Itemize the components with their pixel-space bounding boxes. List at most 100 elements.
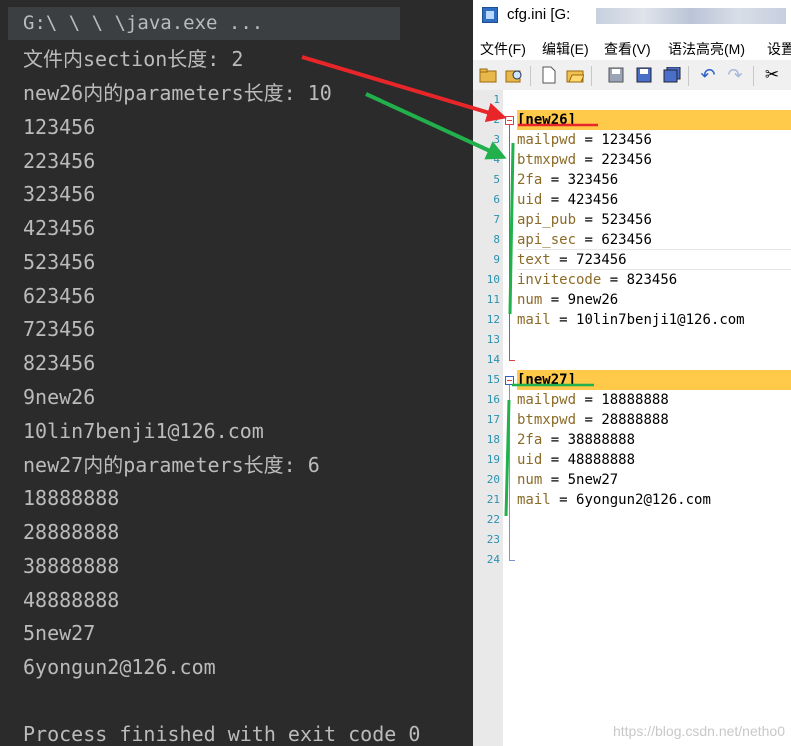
console-line: 623456: [23, 284, 96, 308]
param-value: 9new26: [567, 292, 619, 308]
line-number: 23: [486, 533, 500, 546]
param-line: text = 723456: [517, 252, 627, 268]
line-number: 5: [493, 173, 500, 186]
redacted-path: [596, 8, 786, 24]
line-number: 19: [486, 453, 500, 466]
console-line: 6yongun2@126.com: [23, 655, 216, 679]
console-command: G:\ \ \ \java.exe ...: [8, 7, 400, 40]
param-line: mailpwd = 18888888: [517, 392, 669, 408]
open-file-icon[interactable]: [565, 65, 585, 85]
menu-bar: 文件(F) 编辑(E) 查看(V) 语法高亮(M) 设置: [473, 36, 791, 60]
param-line: btmxpwd = 28888888: [517, 412, 669, 428]
cut-icon[interactable]: ✂: [762, 65, 782, 85]
console-line: 223456: [23, 149, 96, 173]
line-number: 21: [486, 493, 500, 506]
param-value: 6yongun2@126.com: [576, 492, 711, 508]
toolbar-separator: [530, 66, 531, 86]
save-as-icon[interactable]: [634, 65, 654, 85]
param-key: mail: [517, 312, 551, 328]
line-number: 1: [493, 93, 500, 106]
param-line: api_sec = 623456: [517, 232, 652, 248]
run-console: G:\ \ \ \java.exe ... 文件内section长度: 2 ne…: [0, 0, 473, 746]
line-number: 7: [493, 213, 500, 226]
menu-edit[interactable]: 编辑(E): [542, 39, 589, 59]
param-line: num = 5new27: [517, 472, 619, 488]
menu-syntax[interactable]: 语法高亮(M): [668, 39, 745, 59]
param-value: 28888888: [601, 412, 669, 428]
param-value: 423456: [567, 192, 619, 208]
console-exit-line: Process finished with exit code 0: [23, 722, 421, 746]
toolbar: ↶ ↷ ✂: [473, 60, 791, 91]
param-value: 48888888: [567, 452, 636, 468]
param-value: 38888888: [567, 432, 636, 448]
title-bar[interactable]: cfg.ini [G:: [473, 0, 791, 32]
fold-line: [509, 385, 510, 561]
console-line: 123456: [23, 115, 96, 139]
param-key: api_pub: [517, 212, 577, 228]
line-number: 6: [493, 193, 500, 206]
console-line: 5new27: [23, 621, 96, 645]
save-icon[interactable]: [606, 65, 626, 85]
param-key: num: [517, 292, 543, 308]
param-value: 823456: [626, 272, 678, 288]
watermark: https://blog.csdn.net/netho0: [612, 723, 785, 739]
console-line: 323456: [23, 182, 96, 206]
param-key: uid: [517, 452, 543, 468]
undo-icon[interactable]: ↶: [698, 65, 718, 86]
line-number: 8: [493, 233, 500, 246]
line-number: 10: [486, 273, 500, 286]
fold-collapse-icon[interactable]: [505, 376, 514, 385]
toolbar-separator: [688, 66, 689, 86]
open-folder-icon[interactable]: [478, 65, 498, 85]
find-in-files-icon[interactable]: [504, 65, 524, 85]
param-key: btmxpwd: [517, 412, 577, 428]
fold-margin: [503, 90, 517, 746]
param-line: 2fa = 323456: [517, 172, 619, 188]
fold-line-end: [509, 360, 515, 361]
param-line: invitecode = 823456: [517, 272, 678, 288]
menu-view[interactable]: 查看(V): [604, 39, 651, 59]
redo-icon[interactable]: ↷: [725, 65, 745, 86]
line-number: 3: [493, 133, 500, 146]
param-value: 523456: [601, 212, 652, 228]
console-line: 文件内section长度: 2: [23, 47, 244, 71]
param-key: invitecode: [517, 272, 602, 288]
param-value: 123456: [601, 132, 652, 148]
param-value: 723456: [576, 252, 627, 268]
param-line: 2fa = 38888888: [517, 432, 636, 448]
param-key: 2fa: [517, 172, 543, 188]
param-key: uid: [517, 192, 543, 208]
menu-settings[interactable]: 设置: [767, 39, 791, 59]
fold-line: [509, 125, 510, 361]
line-number: 24: [486, 553, 500, 566]
line-number: 4: [493, 153, 500, 166]
console-line: 10lin7benji1@126.com: [23, 419, 264, 443]
console-line: 823456: [23, 351, 96, 375]
param-line: api_pub = 523456: [517, 212, 652, 228]
param-value: 5new27: [567, 472, 619, 488]
console-line: 28888888: [23, 520, 120, 544]
save-all-icon[interactable]: [662, 65, 682, 85]
param-line: num = 9new26: [517, 292, 619, 308]
line-number: 16: [486, 393, 500, 406]
line-number: 22: [486, 513, 500, 526]
line-number: 12: [486, 313, 500, 326]
param-value: 323456: [567, 172, 619, 188]
console-line: 423456: [23, 216, 96, 240]
console-line: new26内的parameters长度: 10: [23, 81, 332, 105]
console-line: 723456: [23, 317, 96, 341]
console-line: 523456: [23, 250, 96, 274]
fold-collapse-icon[interactable]: [505, 116, 514, 125]
line-number: 9: [493, 253, 500, 266]
toolbar-separator: [591, 66, 592, 86]
toolbar-separator: [753, 66, 754, 86]
param-key: mailpwd: [517, 392, 577, 408]
param-key: 2fa: [517, 432, 543, 448]
line-number: 11: [486, 293, 500, 306]
new-file-icon[interactable]: [539, 65, 559, 85]
menu-file[interactable]: 文件(F): [480, 39, 526, 59]
line-number: 17: [486, 413, 500, 426]
console-line: 48888888: [23, 588, 120, 612]
section-header: [new26]: [517, 112, 577, 128]
param-line: mailpwd = 123456: [517, 132, 652, 148]
